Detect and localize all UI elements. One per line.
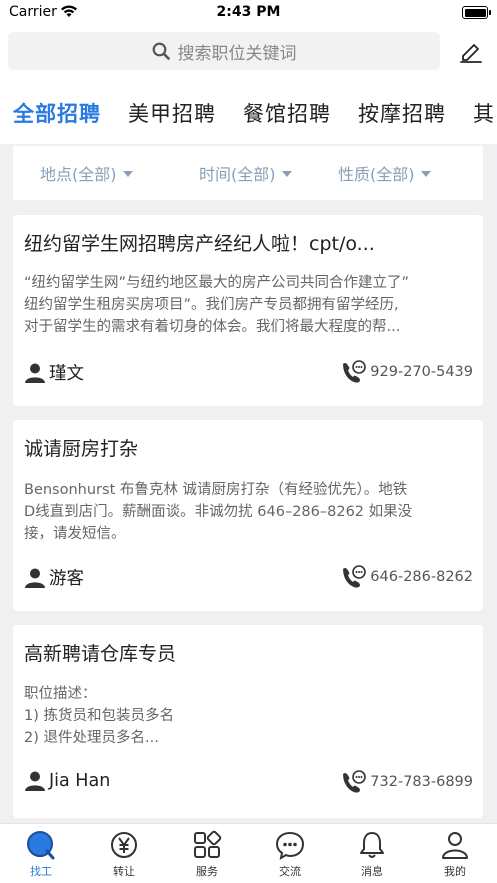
desc-line: 纽约留学生租房买房项目”。我们房产专员都拥有留学经历,: [24, 297, 399, 313]
edit-icon[interactable]: [458, 39, 484, 65]
job-card[interactable]: 纽约留学生网招聘房产经纪人啦！cpt/o... “纽约留学生网”与纽约地区最大的…: [13, 215, 483, 406]
search-tab-icon: [27, 831, 55, 860]
desc-line: “纽约留学生网”与纽约地区最大的房产公司共同合作建立了”: [24, 275, 410, 291]
job-title: 纽约留学生网招聘房产经纪人啦！cpt/o...: [24, 233, 375, 255]
phone-number: 929-270-5439: [370, 364, 473, 380]
job-card[interactable]: 高新聘请仓库专员 职位描述： 1) 拣货员和包装员多名 2) 退件处理员多名..…: [13, 625, 483, 818]
job-description: “纽约留学生网”与纽约地区最大的房产公司共同合作建立了” 纽约留学生租房买房项目…: [24, 272, 474, 338]
user-icon: [25, 363, 45, 383]
bell-icon: [360, 832, 384, 858]
contact-phone[interactable]: 929-270-5439: [340, 360, 473, 384]
tab-label: 消息: [361, 865, 383, 878]
desc-line: D线直到店门。薪酬面谈。非诚勿扰 646–286–8262 如果没: [24, 504, 413, 520]
tab-restaurant-jobs[interactable]: 餐馆招聘: [243, 98, 331, 128]
desc-line: 对于留学生的需求有着切身的体会。我们将最大程度的帮...: [24, 319, 401, 335]
clock: 2:43 PM: [216, 4, 281, 20]
desc-line: 2) 退件处理员多名...: [24, 730, 159, 746]
tab-messages[interactable]: 消息: [342, 829, 402, 879]
tab-label: 找工: [30, 865, 52, 878]
yen-icon: [111, 832, 137, 858]
search-input[interactable]: 搜索职位关键词: [8, 32, 440, 70]
tab-other-jobs[interactable]: 其: [473, 98, 495, 128]
job-title: 高新聘请仓库专员: [24, 643, 177, 665]
phone-chat-icon: [343, 565, 367, 588]
tab-transfer[interactable]: 转让: [94, 829, 154, 879]
tab-massage-jobs[interactable]: 按摩招聘: [358, 98, 446, 128]
caret-down-icon: [420, 171, 431, 177]
tab-services[interactable]: 服务: [177, 829, 237, 879]
job-title: 诚请厨房打杂: [24, 438, 139, 460]
grid-icon: [194, 830, 222, 858]
job-description: Bensonhurst 布鲁克林 诚请厨房打杂（有经验优先）。地铁 D线直到店门…: [24, 479, 474, 545]
search-header: 搜索职位关键词: [0, 26, 497, 78]
phone-chat-icon: [343, 770, 367, 793]
filter-type-label: 性质(全部): [338, 165, 415, 184]
tab-label: 转让: [113, 865, 135, 878]
desc-line: 1) 拣货员和包装员多名: [24, 708, 174, 724]
phone-number: 646-286-8262: [370, 569, 473, 585]
tab-label: 交流: [279, 865, 301, 878]
poster: Jia Han: [24, 770, 110, 792]
search-icon: [152, 42, 170, 60]
tab-label: 我的: [444, 865, 466, 878]
filter-location-label: 地点(全部): [40, 165, 117, 184]
tab-find-job[interactable]: 找工: [11, 829, 71, 879]
job-card[interactable]: 诚请厨房打杂 Bensonhurst 布鲁克林 诚请厨房打杂（有经验优先）。地铁…: [13, 420, 483, 611]
phone-chat-icon: [343, 360, 367, 383]
caret-down-icon: [122, 171, 133, 177]
user-icon: [25, 568, 45, 588]
bottom-tab-bar: 找工 转让 服务 交流 消息 我的: [0, 823, 497, 883]
filter-time[interactable]: 时间(全部): [199, 161, 292, 185]
user-icon: [25, 771, 45, 791]
desc-line: 接，请发短信。: [24, 526, 126, 542]
caret-down-icon: [281, 171, 292, 177]
tab-profile[interactable]: 我的: [425, 829, 485, 879]
tab-nail-jobs[interactable]: 美甲招聘: [128, 98, 216, 128]
filter-location[interactable]: 地点(全部): [40, 161, 133, 185]
poster-name: 游客: [49, 569, 84, 589]
filter-type[interactable]: 性质(全部): [338, 161, 431, 185]
search-placeholder: 搜索职位关键词: [177, 43, 297, 64]
status-bar: Carrier 2:43 PM: [0, 0, 497, 26]
poster: 瑾文: [24, 360, 84, 385]
desc-line: Bensonhurst 布鲁克林 诚请厨房打杂（有经验优先）。地铁: [24, 482, 408, 498]
filter-bar: 地点(全部) 时间(全部) 性质(全部): [13, 146, 483, 200]
job-description: 职位描述： 1) 拣货员和包装员多名 2) 退件处理员多名...: [24, 683, 474, 749]
tab-community[interactable]: 交流: [260, 829, 320, 879]
desc-line: 职位描述：: [24, 686, 97, 702]
filter-time-label: 时间(全部): [199, 165, 276, 184]
tab-all-jobs[interactable]: 全部招聘: [13, 98, 101, 128]
profile-icon: [442, 832, 468, 859]
category-tabs: 全部招聘 美甲招聘 餐馆招聘 按摩招聘 其: [0, 78, 497, 144]
poster-name: Jia Han: [49, 771, 111, 791]
phone-number: 732-783-6899: [370, 774, 473, 790]
contact-phone[interactable]: 646-286-8262: [340, 565, 473, 589]
contact-phone[interactable]: 732-783-6899: [340, 770, 473, 794]
tab-label: 服务: [196, 865, 218, 878]
poster: 游客: [24, 565, 84, 590]
poster-name: 瑾文: [49, 364, 84, 384]
battery-icon: [462, 6, 491, 19]
chat-icon: [275, 831, 305, 861]
